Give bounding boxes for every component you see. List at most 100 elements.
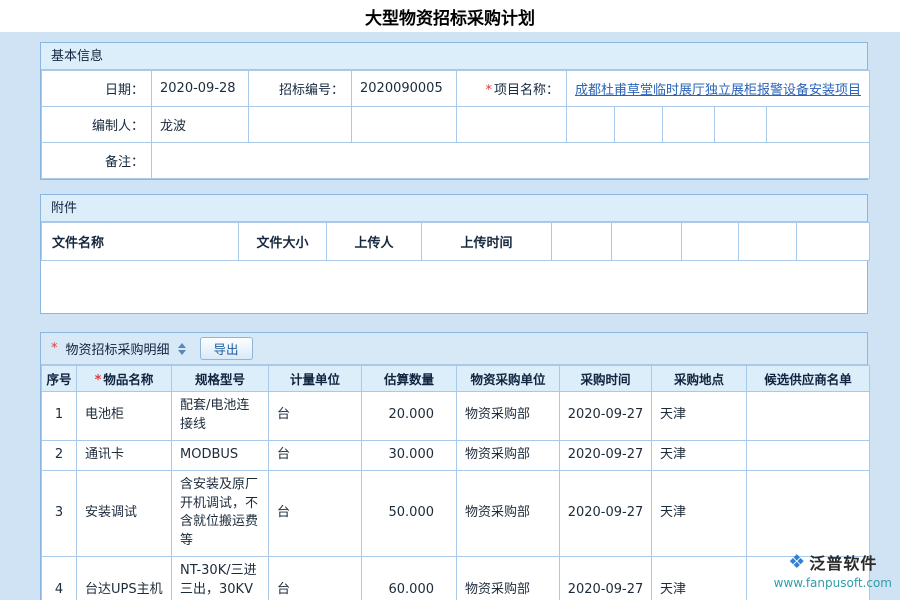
col-dept: 物资采购单位: [457, 366, 560, 392]
empty-cell: [682, 223, 739, 261]
detail-section: * 物资招标采购明细 导出 序号 *物品名称 规格型号 计量单位 估算数量 物资…: [40, 332, 868, 600]
col-seq: 序号: [42, 366, 77, 392]
empty-cell: [715, 107, 767, 143]
basic-info-section: 基本信息 日期： 2020-09-28 招标编号： 2020090005 *项目…: [40, 42, 868, 180]
attachments-empty-area: [41, 261, 867, 313]
required-mark: *: [51, 341, 58, 356]
empty-cell: [797, 223, 870, 261]
cell-dept: 物资采购部: [457, 440, 560, 470]
detail-table-body: 1电池柜配套/电池连接线台20.000物资采购部2020-09-27天津2通讯卡…: [42, 392, 870, 600]
bid-no-value: 2020090005: [352, 71, 457, 107]
cell-unit: 台: [269, 440, 362, 470]
cell-time: 2020-09-27: [560, 557, 652, 600]
fanpu-url: www.fanpusoft.com: [774, 576, 892, 590]
attach-col-filesize: 文件大小: [239, 223, 327, 261]
detail-table: 序号 *物品名称 规格型号 计量单位 估算数量 物资采购单位 采购时间 采购地点…: [41, 365, 870, 600]
cell-name: 电池柜: [77, 392, 172, 441]
cell-place: 天津: [652, 557, 747, 600]
project-name-link[interactable]: 成都杜甫草堂临时展厅独立展柜报警设备安装项目: [575, 83, 861, 98]
cell-time: 2020-09-27: [560, 440, 652, 470]
cell-spec: MODBUS: [172, 440, 269, 470]
date-value: 2020-09-28: [152, 71, 249, 107]
export-button[interactable]: 导出: [200, 337, 253, 360]
cell-suppliers: [747, 440, 870, 470]
cell-dept: 物资采购部: [457, 557, 560, 600]
project-label: *项目名称：: [457, 71, 567, 107]
attach-col-uploadtime: 上传时间: [422, 223, 552, 261]
project-value-cell: 成都杜甫草堂临时展厅独立展柜报警设备安装项目: [567, 71, 870, 107]
cell-dept: 物资采购部: [457, 392, 560, 441]
empty-cell: [352, 107, 457, 143]
cell-place: 天津: [652, 440, 747, 470]
empty-cell: [567, 107, 615, 143]
col-spec: 规格型号: [172, 366, 269, 392]
cell-spec: 配套/电池连接线: [172, 392, 269, 441]
cell-unit: 台: [269, 557, 362, 600]
col-qty: 估算数量: [362, 366, 457, 392]
cell-qty: 60.000: [362, 557, 457, 600]
table-row: 4台达UPS主机NT-30K/三进三出，30KVA/24KW台60.000物资采…: [42, 557, 870, 600]
required-mark: *: [95, 373, 102, 388]
empty-cell: [612, 223, 682, 261]
attach-col-filename: 文件名称: [42, 223, 239, 261]
cell-unit: 台: [269, 470, 362, 556]
required-mark: *: [485, 83, 492, 98]
bid-no-label: 招标编号：: [249, 71, 352, 107]
sort-arrows-icon[interactable]: [178, 343, 186, 355]
cell-name: 安装调试: [77, 470, 172, 556]
fanpu-brand-text: 泛普软件: [809, 550, 877, 574]
cell-dept: 物资采购部: [457, 470, 560, 556]
col-item-name-text: 物品名称: [103, 372, 153, 387]
attach-col-uploader: 上传人: [327, 223, 422, 261]
fanpu-logo-icon: ❖: [788, 553, 805, 572]
remark-label: 备注：: [42, 143, 152, 179]
cell-seq: 4: [42, 557, 77, 600]
cell-time: 2020-09-27: [560, 470, 652, 556]
cell-suppliers: [747, 470, 870, 556]
empty-cell: [249, 107, 352, 143]
col-time: 采购时间: [560, 366, 652, 392]
cell-spec: NT-30K/三进三出，30KVA/24KW: [172, 557, 269, 600]
cell-spec: 含安装及原厂开机调试，不含就位搬运费等: [172, 470, 269, 556]
date-label: 日期：: [42, 71, 152, 107]
attachments-table: 文件名称 文件大小 上传人 上传时间: [41, 222, 870, 261]
editor-value: 龙波: [152, 107, 249, 143]
attachments-section: 附件 文件名称 文件大小 上传人 上传时间: [40, 194, 868, 314]
col-unit: 计量单位: [269, 366, 362, 392]
page-title: 大型物资招标采购计划: [365, 4, 535, 29]
table-row: 3安装调试含安装及原厂开机调试，不含就位搬运费等台50.000物资采购部2020…: [42, 470, 870, 556]
detail-toolbar: * 物资招标采购明细 导出: [41, 333, 867, 365]
cell-time: 2020-09-27: [560, 392, 652, 441]
col-suppliers: 候选供应商名单: [747, 366, 870, 392]
empty-cell: [739, 223, 797, 261]
cell-qty: 20.000: [362, 392, 457, 441]
editor-label: 编制人：: [42, 107, 152, 143]
basic-info-table: 日期： 2020-09-28 招标编号： 2020090005 *项目名称： 成…: [41, 70, 870, 179]
empty-cell: [615, 107, 663, 143]
cell-place: 天津: [652, 392, 747, 441]
basic-info-header: 基本信息: [41, 43, 867, 70]
cell-unit: 台: [269, 392, 362, 441]
detail-section-title: 物资招标采购明细: [66, 339, 170, 358]
empty-cell: [663, 107, 715, 143]
col-place: 采购地点: [652, 366, 747, 392]
cell-suppliers: [747, 392, 870, 441]
cell-seq: 3: [42, 470, 77, 556]
empty-cell: [457, 107, 567, 143]
cell-qty: 50.000: [362, 470, 457, 556]
cell-seq: 1: [42, 392, 77, 441]
empty-cell: [552, 223, 612, 261]
table-row: 1电池柜配套/电池连接线台20.000物资采购部2020-09-27天津: [42, 392, 870, 441]
remark-value: [152, 143, 870, 179]
col-item-name: *物品名称: [77, 366, 172, 392]
project-label-text: 项目名称：: [494, 83, 559, 98]
cell-qty: 30.000: [362, 440, 457, 470]
cell-name: 通讯卡: [77, 440, 172, 470]
fanpu-logo: ❖ 泛普软件 www.fanpusoft.com: [774, 550, 892, 590]
table-row: 2通讯卡MODBUS台30.000物资采购部2020-09-27天津: [42, 440, 870, 470]
cell-seq: 2: [42, 440, 77, 470]
cell-place: 天津: [652, 470, 747, 556]
title-bar: 大型物资招标采购计划: [0, 0, 900, 32]
empty-cell: [767, 107, 870, 143]
attachments-header: 附件: [41, 195, 867, 222]
